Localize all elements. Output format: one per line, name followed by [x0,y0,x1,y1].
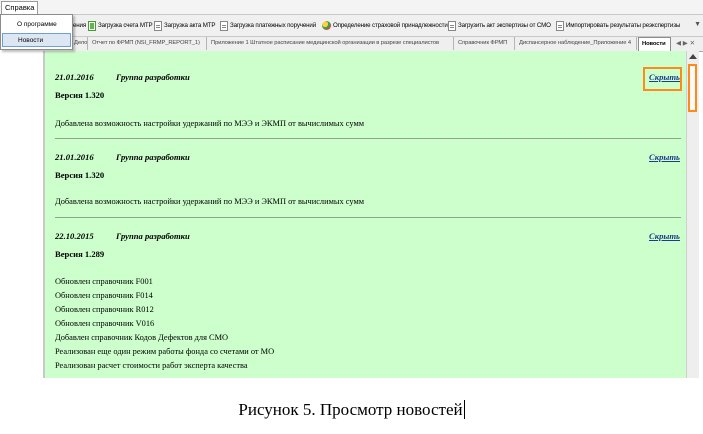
news-author: Группа разработки [116,72,190,82]
news-date: 22.10.2015 [55,231,94,241]
news-line: Обновлен справочник F001 [55,277,153,286]
tab-dispensary[interactable]: Диспансерное наблюдение_Приложение 4 [516,37,637,50]
tab-delo[interactable]: Дело [71,37,88,50]
load-smo-expertise-act-button[interactable]: Загрузить акт экспертизы от СМО [448,19,551,32]
menu-item-news[interactable]: Новости [2,33,71,47]
toolbar-item-label: Определение страховой принадлежности [333,22,448,29]
news-line: Обновлен справочник V016 [55,319,155,328]
toolbar-item-label: Загрузка счета МТР [98,22,153,29]
news-version: Версия 1.320 [55,170,105,180]
insurance-affiliation-button[interactable]: Определение страховой принадлежности [322,19,448,32]
document-icon [448,20,456,31]
document-icon [154,20,162,31]
document-icon [556,20,564,31]
help-dropdown-menu: О программе Новости [0,14,73,50]
news-line: Обновлен справочник R012 [55,305,154,314]
scrollbar-thumb[interactable] [688,64,697,112]
news-date: 21.01.2016 [55,152,94,162]
highlight-frame [643,67,682,91]
caption-text: Рисунок 5. Просмотр новостей [238,400,463,419]
news-line: Добавлен справочник Кодов Дефектов для С… [55,333,229,342]
load-mtr-invoice-button[interactable]: Загрузка счета МТР [88,19,153,32]
menu-help[interactable]: Справка [1,1,39,15]
news-version: Версия 1.320 [55,90,105,100]
load-payment-orders-button[interactable]: Загрузка платежных поручений [220,19,316,32]
hide-news-link[interactable]: Скрыть [649,231,680,241]
document-green-icon [88,20,96,31]
news-line: Реализован расчет стоимости работ экспер… [55,361,248,370]
tab-news[interactable]: Новости [638,37,671,51]
tab-frmp-report[interactable]: Отчет по ФРМП (NSI_FRMP_REPORT_1) [89,37,207,50]
news-line: Добавлена возможность настройки удержани… [55,119,365,128]
toolbar-item-label: Загрузка платежных поручений [230,22,317,29]
import-reexpertise-results-button[interactable]: Импортировать результаты реэкспертизы [556,19,680,32]
text-cursor [463,400,465,419]
toolbar-overflow-icon[interactable]: ▼ [694,21,701,28]
menu-item-about[interactable]: О программе [2,18,71,32]
news-author: Группа разработки [116,152,190,162]
toolbar-item-label: ения [73,22,87,29]
toolbar-item-partial[interactable]: ения [73,19,86,32]
scroll-up-icon[interactable] [689,54,697,59]
hide-news-link[interactable]: Скрыть [649,152,680,162]
toolbar-item-label: Загрузка акта МТР [164,22,216,29]
news-version: Версия 1.289 [55,249,105,259]
document-tabs: Дело Отчет по ФРМП (NSI_FRMP_REPORT_1) П… [71,37,703,52]
toolbar-item-label: Загрузить акт экспертизы от СМО [458,22,551,29]
load-mtr-act-button[interactable]: Загрузка акта МТР [154,19,216,32]
menu-bar: Справка [0,0,703,15]
toolbar-item-label: Импортировать результаты реэкспертизы [566,22,681,29]
news-divider [55,217,681,218]
news-author: Группа разработки [116,231,190,241]
news-date: 21.01.2016 [55,72,94,82]
news-line: Обновлен справочник F014 [55,291,153,300]
news-content: 21.01.2016 Группа разработки Версия 1.32… [45,51,686,378]
tab-navigation-icon[interactable]: ◀ ▶ ✕ [676,37,695,50]
tab-frmp-directory[interactable]: Справочник ФРМП [455,37,515,50]
left-panel [0,48,43,378]
tab-staff-schedule[interactable]: Приложение 1 Штатное расписание медицинс… [208,37,454,50]
colored-ball-icon [322,21,331,30]
figure-caption: Рисунок 5. Просмотр новостей [0,400,703,420]
document-icon [220,20,228,31]
news-line: Реализован еще один режим работы фонда с… [55,347,275,356]
toolbar: ения Загрузка счета МТР Загрузка акта МТ… [0,15,703,37]
news-line: Добавлена возможность настройки удержани… [55,197,365,206]
vertical-scrollbar[interactable] [686,51,699,378]
news-divider [55,138,681,139]
